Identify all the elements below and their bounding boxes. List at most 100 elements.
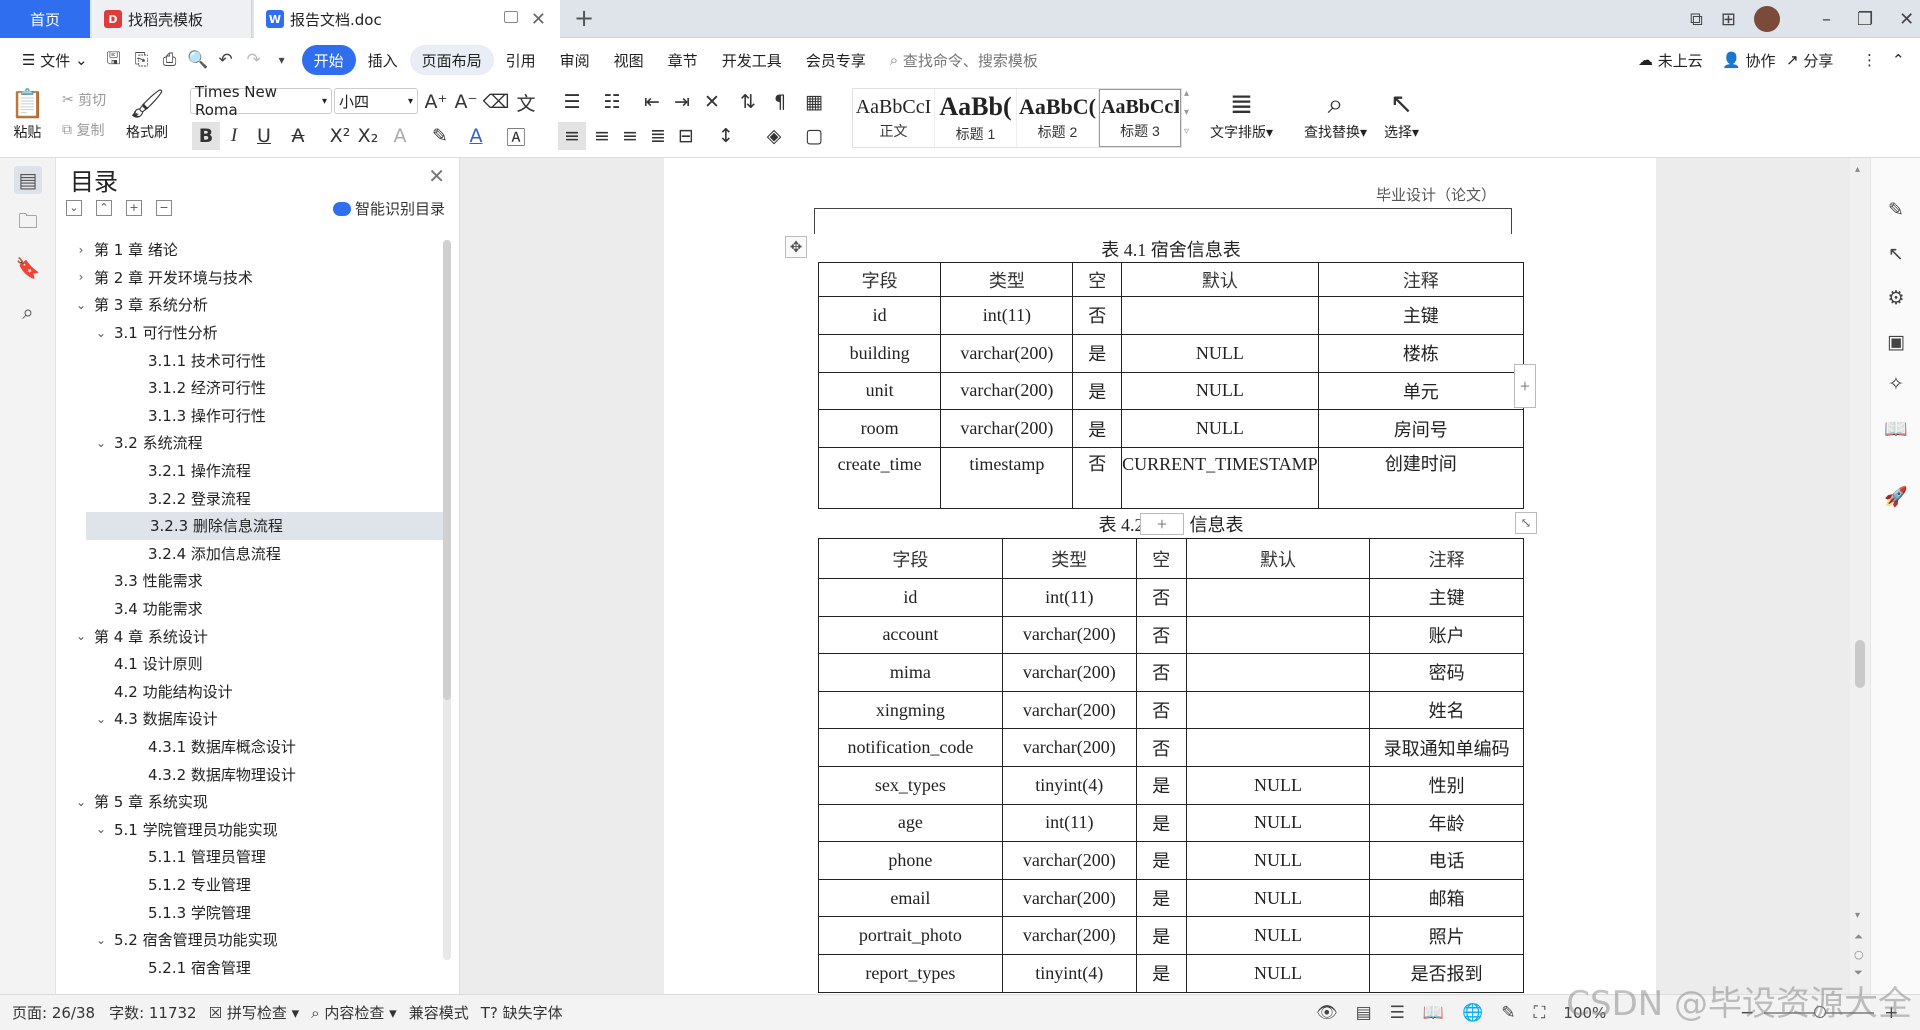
scroll-up-icon[interactable]: ▴ [1855, 164, 1860, 175]
table-cell[interactable]: age [818, 803, 1003, 843]
image-tools-icon[interactable]: ▣ [1884, 330, 1908, 354]
table-cell[interactable]: xingming [818, 690, 1003, 730]
cut-button[interactable]: ✂ 剪切 [62, 90, 106, 110]
toc-item[interactable]: ⌄ 5.2 宿舍管理员功能实现 [56, 926, 448, 954]
strikethrough-icon[interactable]: A [284, 122, 312, 150]
style-heading-3[interactable]: AaBbCcI 标题 3 [1099, 89, 1181, 147]
table-cell[interactable]: 否 [1135, 578, 1187, 617]
line-spacing-icon[interactable]: ↕ [712, 122, 740, 150]
reading-icon[interactable]: 📖 [1884, 416, 1908, 440]
restore-icon[interactable]: ❐ [1857, 9, 1873, 30]
read-view-icon[interactable]: 📖 [1423, 1003, 1444, 1023]
align-right-icon[interactable]: ≡ [616, 122, 644, 150]
table-cell[interactable]: NULL [1185, 841, 1371, 880]
chevron-down-icon[interactable]: ⌄ [94, 822, 108, 836]
table-cell[interactable]: 是 [1135, 878, 1187, 918]
toc-item[interactable]: 5.1.2 专业管理 [56, 871, 448, 899]
table-cell[interactable]: varchar(200) [1001, 878, 1137, 918]
toc-item[interactable]: 3.1.3 操作可行性 [56, 402, 448, 430]
table-cell[interactable]: mima [818, 653, 1003, 692]
font-size-select[interactable]: 小四 ▾ [334, 88, 418, 114]
table-cell[interactable] [1185, 578, 1371, 617]
toc-item[interactable]: ⌄ 4.3 数据库设计 [56, 705, 448, 733]
command-search[interactable]: ⌕ 查找命令、搜索模板 [878, 45, 1050, 75]
toc-item[interactable]: 3.2.4 添加信息流程 [56, 540, 448, 568]
table-header-cell[interactable]: 空 [1072, 262, 1123, 297]
expand-all-icon[interactable]: ⌃ [96, 200, 112, 216]
show-marks-icon[interactable]: ¶ [766, 88, 794, 116]
table-header-cell[interactable]: 默认 [1185, 538, 1371, 579]
italic-icon[interactable]: I [220, 122, 248, 150]
smart-toc-button[interactable]: 智能识别目录 [332, 198, 445, 219]
toc-item[interactable]: 3.1.2 经济可行性 [56, 374, 448, 402]
table-cell[interactable]: varchar(200) [1001, 728, 1137, 767]
shrink-font-icon[interactable]: A⁻ [452, 88, 480, 116]
toc-item[interactable]: ⌄ 第 4 章 系统设计 [56, 622, 448, 650]
table-tools-icon[interactable]: ▦ [800, 88, 828, 116]
table-cell[interactable]: 是 [1135, 916, 1187, 955]
document-scroll-thumb[interactable] [1855, 640, 1865, 688]
shading-icon[interactable]: ◈ [760, 122, 788, 150]
table-cell[interactable]: 是 [1072, 409, 1123, 449]
document-page[interactable]: 毕业设计（论文） ✥ 表 4.1 宿舍信息表 字段 类型空默认 注释 id int(11… [664, 158, 1656, 994]
search-panel-icon[interactable]: ⌕ [14, 298, 42, 326]
table-cell[interactable]: 否 [1072, 296, 1123, 335]
document-scrollbar[interactable]: ▴ ▾ ⏶ ○ ⏷ [1850, 158, 1870, 994]
menu-tab-view[interactable]: 视图 [602, 45, 656, 75]
text-layout-button[interactable]: ≣ 文字排版▾ [1210, 86, 1273, 142]
table-cell[interactable]: email [818, 878, 1003, 918]
table-cell[interactable]: 楼栋 [1317, 333, 1525, 373]
table-cell[interactable]: 房间号 [1317, 409, 1525, 449]
content-check-button[interactable]: ⌕ 内容检查 ▾ [311, 1002, 397, 1023]
new-tab-button[interactable]: + [574, 4, 594, 32]
table-cell[interactable] [1185, 690, 1371, 730]
style-gallery-scroll[interactable]: ▴ ▾ ▿ [1184, 88, 1189, 137]
toc-item[interactable]: 4.1 设计原则 [56, 650, 448, 678]
table-cell[interactable]: account [818, 615, 1003, 655]
file-menu[interactable]: ☰ 文件 ⌄ [10, 45, 100, 75]
add-column-button[interactable]: + [1514, 364, 1536, 408]
chevron-down-icon[interactable]: ⌄ [74, 629, 88, 643]
menu-tab-member[interactable]: 会员专享 [794, 45, 878, 75]
menu-tab-developer[interactable]: 开发工具 [710, 45, 794, 75]
table-cell[interactable]: 是 [1135, 765, 1187, 805]
toc-item[interactable]: 4.3.1 数据库概念设计 [56, 733, 448, 761]
table-cell[interactable]: room [817, 409, 942, 449]
table-cell[interactable]: tinyint(4) [1001, 953, 1137, 993]
table-cell[interactable]: 主键 [1369, 578, 1524, 617]
toc-item[interactable]: › 第 2 章 开发环境与技术 [56, 264, 448, 292]
toc-item[interactable]: ⌄ 3.2 系统流程 [56, 429, 448, 457]
window-close-icon[interactable]: ✕ [1899, 9, 1914, 30]
table-cell[interactable]: tinyint(4) [1001, 765, 1137, 805]
table-cell[interactable]: 年龄 [1369, 803, 1524, 843]
table-header-cell[interactable]: 字段 [818, 538, 1003, 579]
table-cell[interactable]: varchar(200) [940, 409, 1074, 449]
table-cell[interactable]: int(11) [1001, 803, 1137, 843]
superscript-icon[interactable]: X² [326, 122, 354, 150]
align-center-icon[interactable]: ≡ [588, 122, 616, 150]
table-cell[interactable] [1185, 728, 1371, 767]
indent-icon[interactable]: ⇥ [668, 88, 696, 116]
justify-icon[interactable]: ≣ [644, 122, 672, 150]
menu-tab-section[interactable]: 章节 [656, 45, 710, 75]
chevron-down-icon[interactable]: ⌄ [74, 795, 88, 809]
highlight-icon[interactable]: ✎ [426, 122, 454, 150]
table-cell[interactable]: 是 [1135, 953, 1187, 993]
table-cell[interactable]: NULL [1185, 803, 1371, 843]
menu-tab-references[interactable]: 引用 [494, 45, 548, 75]
text-effect-icon[interactable]: A [386, 122, 414, 150]
char-border-icon[interactable]: 🄰 [502, 122, 530, 150]
toc-item[interactable]: 3.2.1 操作流程 [56, 457, 448, 485]
table-cell[interactable]: CURRENT_TIMESTAMP [1121, 447, 1319, 510]
toc-scroll-thumb[interactable] [443, 240, 451, 700]
page-view-icon[interactable]: ▤ [1356, 1003, 1372, 1023]
missing-font-button[interactable]: T? 缺失字体 [481, 1002, 563, 1023]
table-cell[interactable] [1121, 296, 1319, 335]
toc-item[interactable]: ⌄ 3.1 可行性分析 [56, 319, 448, 347]
chevron-right-icon[interactable]: › [74, 243, 88, 257]
style-heading-1[interactable]: AaBb(标题 1 [935, 89, 1017, 147]
table-cell[interactable]: NULL [1121, 371, 1319, 411]
table-header-cell[interactable]: 注释 [1317, 262, 1525, 297]
page-indicator[interactable]: 页面: 26/38 [12, 1002, 95, 1023]
table-cell[interactable]: 否 [1072, 447, 1123, 510]
